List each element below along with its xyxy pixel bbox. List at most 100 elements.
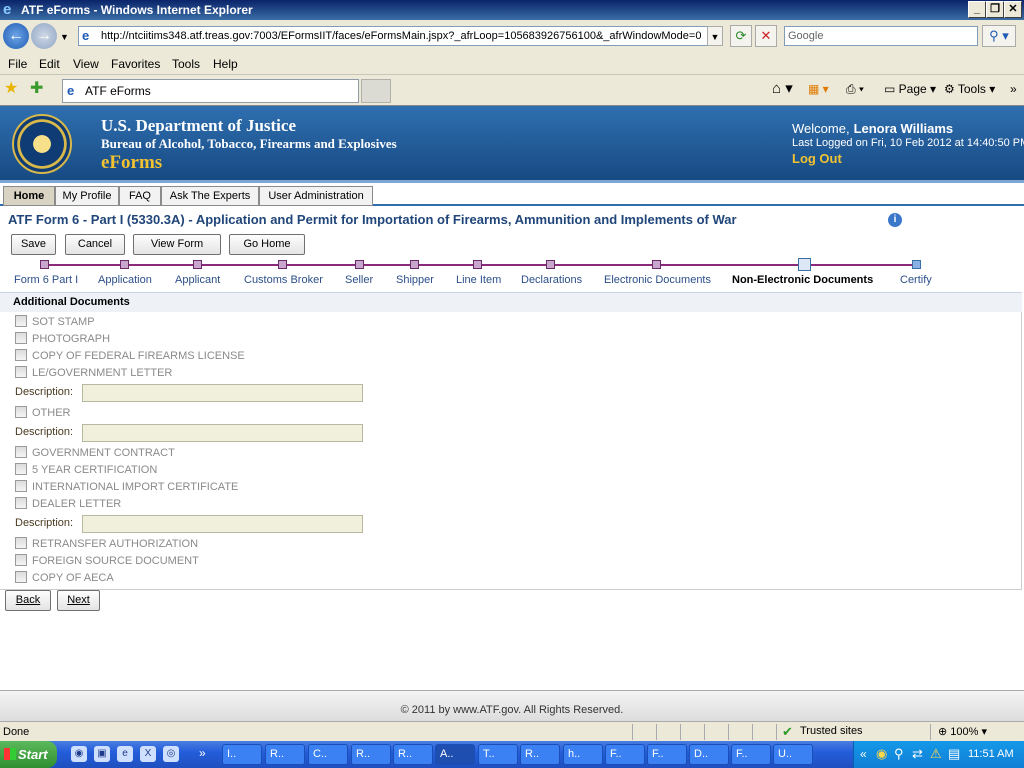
taskbar-item[interactable]: U.. [773,744,813,765]
other-checkbox[interactable] [15,406,27,418]
train-stop-declarations[interactable] [546,260,555,269]
security-zone[interactable]: Trusted sites [800,725,863,737]
close-window-icon[interactable]: ✕ [1004,1,1022,18]
zoom-level[interactable]: ⊕ 100% ▾ [938,725,987,738]
photograph-checkbox[interactable] [15,332,27,344]
tools-menu[interactable]: ⚙ Tools ▾ [944,82,995,96]
quicklaunch-excel-icon[interactable]: X [140,746,156,762]
dealer-description-input[interactable] [82,515,363,533]
retransfer-authorization-checkbox[interactable] [15,537,27,549]
le-government-letter-checkbox[interactable] [15,366,27,378]
train-stop-customs-broker[interactable] [278,260,287,269]
history-dropdown-icon[interactable]: ▼ [60,32,69,42]
train-label-seller[interactable]: Seller [345,274,373,286]
tray-security-icon[interactable]: ⚠ [930,746,942,762]
search-icon[interactable]: ⚲ ▾ [982,25,1016,47]
go-home-button[interactable]: Go Home [229,234,305,255]
view-form-button[interactable]: View Form [133,234,221,255]
next-button[interactable]: Next [57,590,100,611]
train-stop-certify[interactable] [912,260,921,269]
back-button[interactable]: Back [5,590,51,611]
address-dropdown-icon[interactable]: ▼ [707,26,723,46]
tray-network-icon[interactable]: ⇄ [912,746,923,762]
sot-stamp-checkbox[interactable] [15,315,27,327]
quicklaunch-app-icon[interactable]: ◎ [163,746,179,762]
tray-volume-icon[interactable]: ▤ [948,746,960,762]
train-label-declarations[interactable]: Declarations [521,274,582,286]
back-nav-icon[interactable]: ← [3,23,29,49]
menu-file[interactable]: File [8,57,27,71]
menu-edit[interactable]: Edit [39,57,60,71]
start-button[interactable]: Start [0,741,57,768]
tray-app-icon[interactable]: ◉ [876,746,887,762]
foreign-source-document-checkbox[interactable] [15,554,27,566]
quicklaunch-ie-icon[interactable]: e [117,746,133,762]
print-icon[interactable]: ⎙ ▾ [846,82,864,97]
train-label-customs-broker[interactable]: Customs Broker [244,274,323,286]
quicklaunch-desktop-icon[interactable]: ▣ [94,746,110,762]
tray-expand-icon[interactable]: « [860,747,867,761]
other-description-input[interactable] [82,424,363,442]
favorites-star-icon[interactable]: ★ [4,80,18,98]
tab-faq[interactable]: FAQ [119,186,161,206]
search-input[interactable]: Google [784,26,978,46]
quicklaunch-more-icon[interactable]: » [199,746,206,760]
train-stop-seller[interactable] [355,260,364,269]
menu-help[interactable]: Help [213,57,238,71]
feeds-icon[interactable]: ▦ ▾ [808,82,829,96]
cancel-button[interactable]: Cancel [65,234,125,255]
taskbar-item[interactable]: T.. [478,744,518,765]
add-favorite-icon[interactable]: ✚ [30,80,43,98]
tray-search-icon[interactable]: ⚲ [894,746,904,762]
minimize-icon[interactable]: _ [968,1,986,18]
menu-favorites[interactable]: Favorites [111,57,160,71]
forward-nav-icon[interactable]: → [31,23,57,49]
train-label-form6[interactable]: Form 6 Part I [14,274,78,286]
taskbar-item[interactable]: R.. [520,744,560,765]
page-menu[interactable]: ▭ Page ▾ [884,82,936,96]
train-stop-application[interactable] [120,260,129,269]
le-description-input[interactable] [82,384,363,402]
address-input[interactable]: http://ntciitims348.atf.treas.gov:7003/E… [78,26,723,46]
train-label-applicant[interactable]: Applicant [175,274,220,286]
train-label-electronic-documents[interactable]: Electronic Documents [604,274,711,286]
train-stop-shipper[interactable] [410,260,419,269]
taskbar-item[interactable]: F.. [647,744,687,765]
taskbar-item[interactable]: R.. [393,744,433,765]
dealer-letter-checkbox[interactable] [15,497,27,509]
taskbar-item[interactable]: F.. [731,744,771,765]
stop-icon[interactable]: ✕ [755,25,777,47]
taskbar-item[interactable]: R.. [351,744,391,765]
taskbar-item[interactable]: R.. [265,744,305,765]
new-tab-button[interactable] [361,79,391,103]
refresh-icon[interactable]: ⟳ [730,25,752,47]
train-stop-applicant[interactable] [193,260,202,269]
taskbar-item[interactable]: F.. [605,744,645,765]
train-label-certify[interactable]: Certify [900,274,932,286]
train-stop-line-item[interactable] [473,260,482,269]
tab-user-administration[interactable]: User Administration [259,186,373,206]
train-stop-form6[interactable] [40,260,49,269]
tab-my-profile[interactable]: My Profile [55,186,119,206]
copy-of-aeca-checkbox[interactable] [15,571,27,583]
taskbar-item[interactable]: I.. [222,744,262,765]
home-icon[interactable]: ⌂ ▾ [772,79,793,97]
taskbar-item[interactable]: C.. [308,744,348,765]
train-label-line-item[interactable]: Line Item [456,274,501,286]
five-year-certification-checkbox[interactable] [15,463,27,475]
train-stop-non-electronic-documents[interactable] [798,258,811,271]
save-button[interactable]: Save [11,234,56,255]
info-icon[interactable]: i [888,213,902,227]
government-contract-checkbox[interactable] [15,446,27,458]
quicklaunch-chrome-icon[interactable]: ◉ [71,746,87,762]
international-import-certificate-checkbox[interactable] [15,480,27,492]
menu-view[interactable]: View [73,57,99,71]
train-label-shipper[interactable]: Shipper [396,274,434,286]
taskbar-item-active[interactable]: A.. [435,744,475,765]
maximize-icon[interactable]: ❐ [986,1,1004,18]
more-chevron-icon[interactable]: » [1010,82,1017,96]
tab-ask-the-experts[interactable]: Ask The Experts [161,186,259,206]
train-stop-electronic-documents[interactable] [652,260,661,269]
tab-home[interactable]: Home [3,186,55,206]
taskbar-item[interactable]: h.. [563,744,603,765]
